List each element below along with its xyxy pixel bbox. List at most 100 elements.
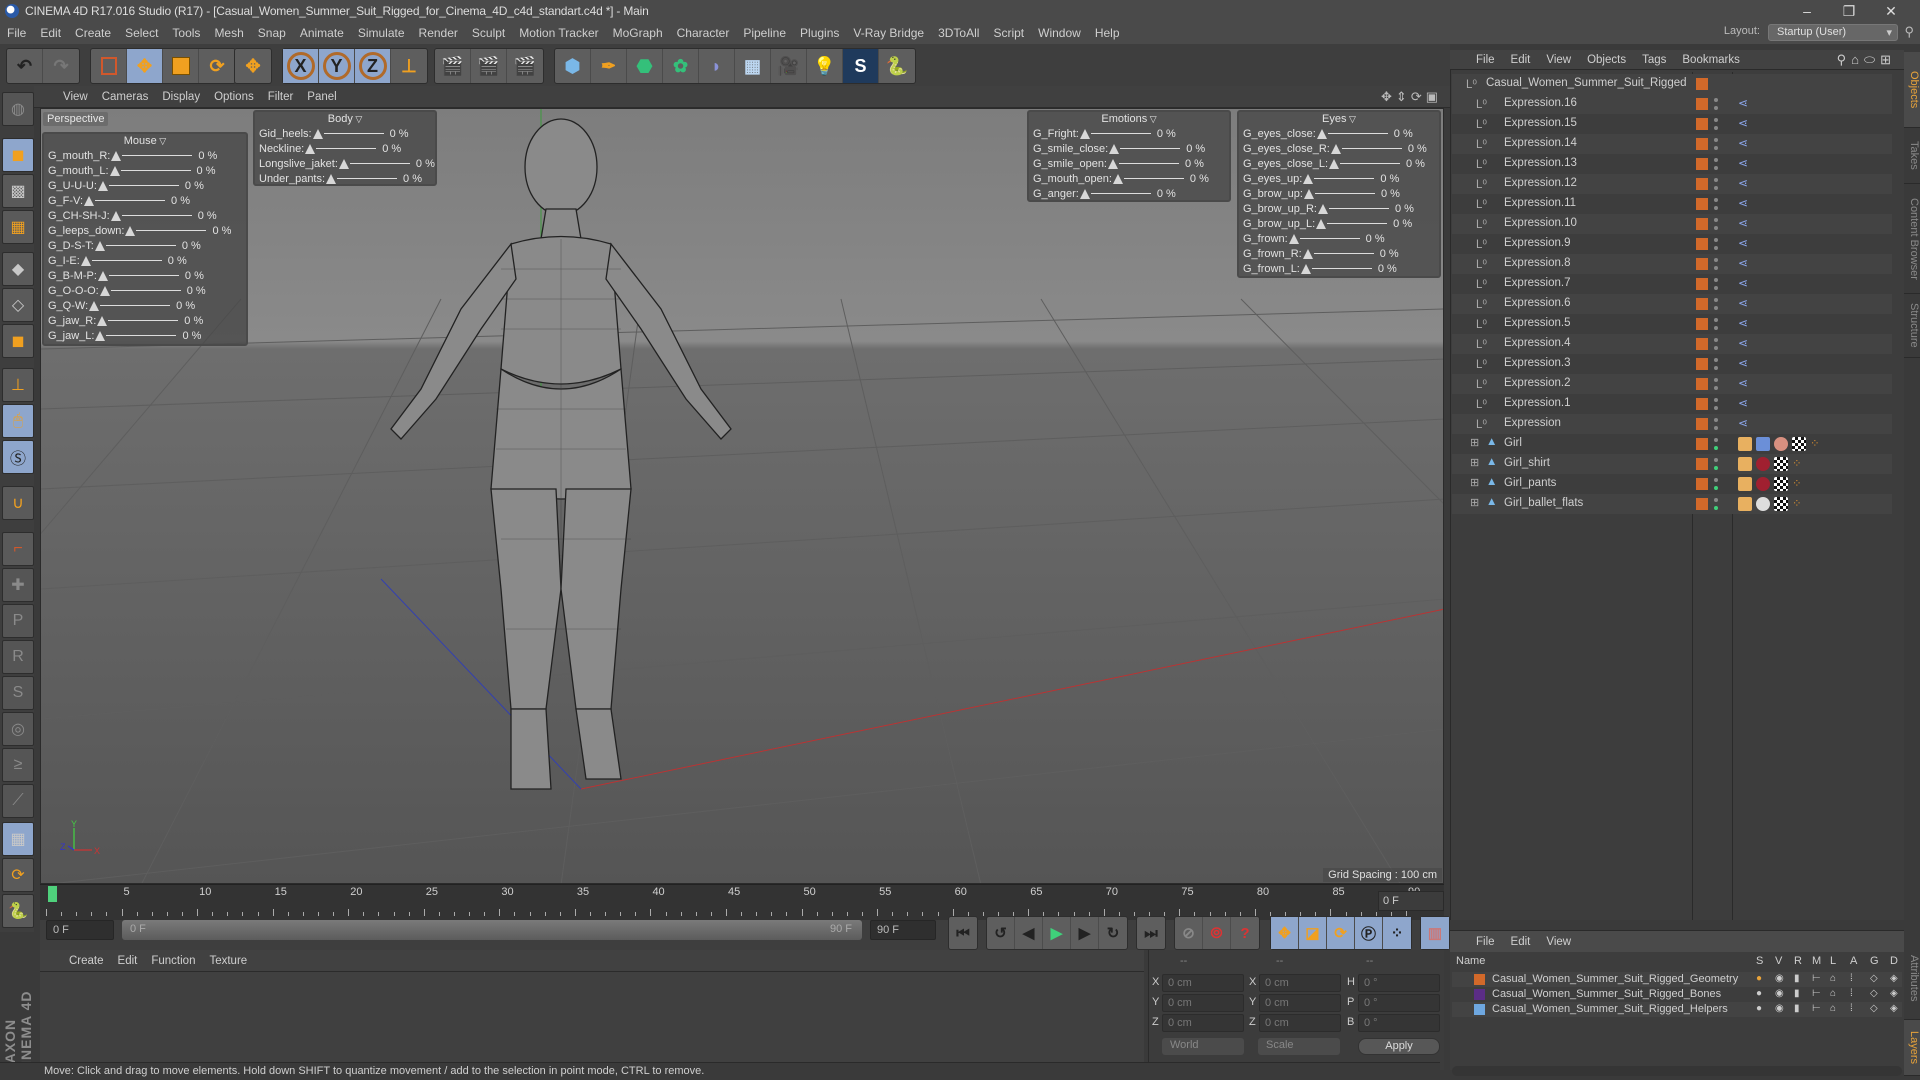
live-selection-icon[interactable] <box>91 49 127 83</box>
object-row[interactable]: L⁰ Expression.6 ⋖ <box>1452 294 1892 314</box>
slider-handle[interactable] <box>1109 143 1120 154</box>
selection-tag-icon[interactable]: ⁘ <box>1792 496 1802 510</box>
expand-icon[interactable]: ⊞ <box>1470 496 1479 509</box>
slider-handle[interactable] <box>1316 128 1327 139</box>
menu-script[interactable]: Script <box>986 26 1031 40</box>
rotate-tool-icon[interactable]: ⟳ <box>199 49 235 83</box>
slider-track[interactable] <box>1090 133 1151 134</box>
menu-render[interactable]: Render <box>412 26 465 40</box>
layer-color-swatch[interactable] <box>1696 478 1708 490</box>
selection-tag-icon[interactable]: ⁘ <box>1792 456 1802 470</box>
layer-row[interactable]: Casual_Women_Summer_Suit_Rigged_Helpers ●… <box>1452 1002 1902 1017</box>
floor-icon[interactable]: ▦ <box>735 49 771 83</box>
motion-record-icon[interactable]: ⊘ <box>1175 917 1203 949</box>
menu-window[interactable]: Window <box>1031 26 1088 40</box>
layer-color-swatch[interactable] <box>1696 378 1708 390</box>
layer-column-header[interactable]: A <box>1850 955 1857 967</box>
viewport-menu-display[interactable]: Display <box>155 91 207 103</box>
axis-mode-icon[interactable]: ⊥ <box>2 368 34 402</box>
make-editable-icon[interactable]: ◍ <box>2 92 34 126</box>
object-row[interactable]: ⊞ ▲ Girl ⁘ <box>1452 434 1892 454</box>
slider-track[interactable] <box>1119 163 1179 164</box>
slider-track[interactable] <box>1340 163 1400 164</box>
expand-icon[interactable]: ⊞ <box>1470 456 1479 469</box>
next-frame-button[interactable]: ▶ <box>1071 917 1099 949</box>
layer-animation-icon[interactable]: ⁞ <box>1850 973 1853 984</box>
mouse-panel-title[interactable]: Mouse <box>44 134 246 148</box>
uvw-tag-icon[interactable] <box>1774 497 1788 511</box>
solo-mode-icon[interactable]: Ⓢ <box>2 440 34 474</box>
uvw-tag-icon[interactable] <box>1792 437 1806 451</box>
slider-handle[interactable] <box>110 210 121 221</box>
object-row-root[interactable]: L⁰ Casual_Women_Summer_Suit_Rigged <box>1452 74 1892 94</box>
render-visibility-dot[interactable] <box>1714 326 1718 330</box>
restore-button[interactable]: ❐ <box>1828 0 1870 22</box>
editor-visibility-dot[interactable] <box>1714 358 1718 362</box>
layer-color-swatch[interactable] <box>1696 358 1708 370</box>
rotation-field[interactable]: 0 ° <box>1358 974 1440 992</box>
layer-manager-icon[interactable]: ⊢ <box>1812 973 1821 984</box>
ik-rotation-icon[interactable]: R <box>2 640 34 674</box>
object-row[interactable]: L⁰ Expression.4 ⋖ <box>1452 334 1892 354</box>
tab-attributes[interactable]: Attributes <box>1904 938 1920 1020</box>
om-menu-bookmarks[interactable]: Bookmarks <box>1674 54 1748 66</box>
layer-color-swatch[interactable] <box>1696 278 1708 290</box>
menu-create[interactable]: Create <box>68 26 118 40</box>
tab-takes[interactable]: Takes <box>1904 128 1920 184</box>
layer-visible-icon[interactable]: ◉ <box>1775 988 1784 999</box>
layer-column-header[interactable]: Name <box>1456 955 1485 967</box>
lm-menu-file[interactable]: File <box>1468 936 1503 948</box>
light-icon[interactable]: 💡 <box>807 49 843 83</box>
record-button[interactable]: ⦾ <box>1203 917 1231 949</box>
position-field[interactable]: 0 cm <box>1162 994 1244 1012</box>
xpresso-tag-icon[interactable]: ⋖ <box>1738 96 1748 110</box>
menu-vray-bridge[interactable]: V-Ray Bridge <box>846 26 931 40</box>
xpresso-tag-icon[interactable]: ⋖ <box>1738 216 1748 230</box>
slider-handle[interactable] <box>97 270 108 281</box>
move-tool-icon[interactable]: ✥ <box>127 49 163 83</box>
timeline-playhead[interactable] <box>48 886 57 902</box>
slider-handle[interactable] <box>109 165 120 176</box>
object-row[interactable]: L⁰ Expression ⋖ <box>1452 414 1892 434</box>
slider-handle[interactable] <box>1300 263 1311 274</box>
layer-manager-icon[interactable]: ⊢ <box>1812 988 1821 999</box>
slider-track[interactable] <box>108 320 179 321</box>
plugin-s-icon[interactable]: S <box>843 49 879 83</box>
slider-handle[interactable] <box>97 180 108 191</box>
editor-visibility-dot[interactable] <box>1714 218 1718 222</box>
slider-handle[interactable] <box>1303 188 1314 199</box>
workplane-icon[interactable]: ⌐ <box>2 532 34 566</box>
object-row[interactable]: L⁰ Expression.1 ⋖ <box>1452 394 1892 414</box>
slider-track[interactable] <box>1327 223 1388 224</box>
object-row[interactable]: ⊞ ▲ Girl_shirt ⁘ <box>1452 454 1892 474</box>
uvw-tag-icon[interactable] <box>1774 457 1788 471</box>
layer-column-header[interactable]: D <box>1890 955 1898 967</box>
layer-color-swatch[interactable] <box>1474 1004 1485 1015</box>
scale-tool-icon[interactable] <box>163 49 199 83</box>
joint-tool-icon[interactable]: ✚ <box>2 568 34 602</box>
world-coordinates-icon[interactable]: ⊥ <box>391 49 427 83</box>
object-row[interactable]: L⁰ Expression.5 ⋖ <box>1452 314 1892 334</box>
slider-handle[interactable] <box>84 195 95 206</box>
deformer-icon[interactable]: ◗ <box>699 49 735 83</box>
xpresso-tag-icon[interactable]: ⋖ <box>1738 156 1748 170</box>
editor-visibility-dot[interactable] <box>1714 198 1718 202</box>
menu-mesh[interactable]: Mesh <box>207 26 250 40</box>
render-visibility-dot[interactable] <box>1714 486 1718 490</box>
menu-help[interactable]: Help <box>1088 26 1127 40</box>
xpresso-tag-icon[interactable]: ⋖ <box>1738 196 1748 210</box>
editor-visibility-dot[interactable] <box>1714 498 1718 502</box>
xpresso-tag-icon[interactable]: ⋖ <box>1738 376 1748 390</box>
slider-track[interactable] <box>106 335 177 336</box>
render-visibility-dot[interactable] <box>1714 306 1718 310</box>
slider-track[interactable] <box>136 230 207 231</box>
texture-mode-icon[interactable]: ▩ <box>2 174 34 208</box>
slider-track[interactable] <box>110 290 181 291</box>
layer-color-swatch[interactable] <box>1696 98 1708 110</box>
object-row[interactable]: L⁰ Expression.11 ⋖ <box>1452 194 1892 214</box>
weight-tag-icon[interactable] <box>1738 457 1752 471</box>
slider-handle[interactable] <box>1329 158 1339 169</box>
rotation-field[interactable]: 0 ° <box>1358 1014 1440 1032</box>
python-icon[interactable]: 🐍 <box>879 49 915 83</box>
y-axis-lock-button[interactable]: Y <box>319 49 355 83</box>
